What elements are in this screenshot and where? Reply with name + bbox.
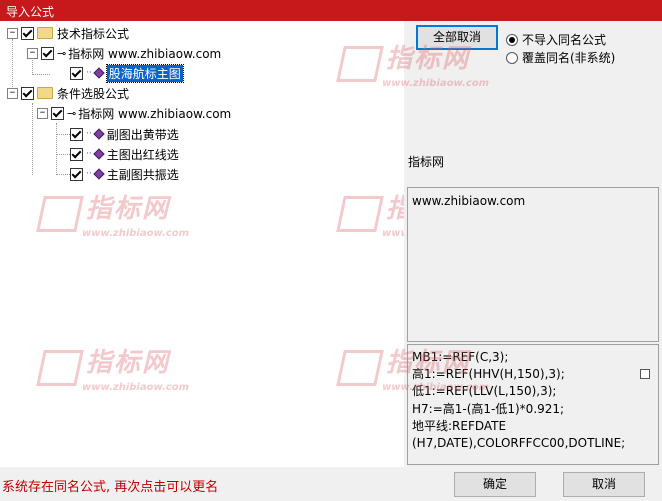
- tree-node-formula[interactable]: ·· 主副图共振选: [70, 165, 179, 183]
- key-icon: ⊸: [57, 46, 66, 60]
- checkbox[interactable]: [41, 46, 54, 60]
- bullet-icon: ··: [86, 129, 92, 139]
- formula-icon: [93, 128, 105, 140]
- tree-line: [56, 154, 70, 155]
- checkbox[interactable]: [70, 147, 83, 161]
- bullet-icon: ··: [86, 149, 92, 159]
- collapse-toggle[interactable]: −: [37, 107, 48, 119]
- scroll-indicator[interactable]: [640, 369, 650, 379]
- tree-node-label: 主图出红线选: [106, 147, 179, 162]
- collapse-toggle[interactable]: −: [27, 47, 38, 59]
- tree-node-tech-indicators[interactable]: − 技术指标公式: [7, 24, 129, 42]
- formula-icon: [93, 168, 105, 180]
- radio-no-import-duplicate[interactable]: 不导入同名公式: [506, 31, 606, 48]
- checkbox[interactable]: [70, 66, 83, 80]
- tree-node-label: 指标网 www.zhibiaow.com: [68, 46, 222, 61]
- tree-node-label: 条件选股公式: [57, 86, 130, 101]
- tree-line: [32, 74, 50, 75]
- folder-icon: [37, 87, 53, 99]
- formula-icon: [93, 148, 105, 160]
- bullet-icon: ··: [86, 169, 92, 179]
- formula-tree[interactable]: − 技术指标公式 − ⊸ 指标网 www.zhibiaow.com ·· 股海航…: [0, 21, 404, 467]
- formula-icon: [93, 67, 105, 79]
- source-label: 指标网: [408, 155, 445, 169]
- formula-text: MB1:=REF(C,3); 高1:=REF(HHV(H,150),3); 低1…: [412, 350, 626, 451]
- radio-button[interactable]: [506, 51, 518, 64]
- collapse-toggle[interactable]: −: [7, 87, 18, 99]
- tree-node-formula-selected[interactable]: ·· 股海航标主图: [70, 63, 184, 83]
- cancel-button[interactable]: 取消: [563, 472, 645, 497]
- tree-node-label: 副图出黄带选: [106, 127, 179, 142]
- ok-button[interactable]: 确定: [454, 472, 536, 497]
- bullet-icon: ··: [86, 68, 92, 78]
- checkbox[interactable]: [70, 127, 83, 141]
- tree-node-label: 主副图共振选: [106, 167, 179, 182]
- cancel-all-button[interactable]: 全部取消: [416, 25, 498, 50]
- collapse-toggle[interactable]: −: [7, 27, 18, 39]
- tree-line: [32, 103, 33, 175]
- folder-icon: [37, 27, 53, 39]
- status-message: 系统存在同名公式, 再次点击可以更名: [2, 480, 219, 495]
- tree-node-formula[interactable]: ·· 主图出红线选: [70, 145, 179, 163]
- tree-node-stock-selection[interactable]: − 条件选股公式: [7, 84, 129, 102]
- tree-node-formula[interactable]: ·· 副图出黄带选: [70, 125, 179, 143]
- description-pane: www.zhibiaow.com: [407, 187, 659, 342]
- tree-node-label: 技术指标公式: [57, 26, 130, 41]
- tree-line: [56, 123, 57, 175]
- key-icon: ⊸: [67, 106, 76, 120]
- checkbox[interactable]: [51, 106, 64, 120]
- radio-overwrite-duplicate[interactable]: 覆盖同名(非系统): [506, 49, 615, 66]
- tree-node-label: 股海航标主图: [105, 63, 184, 83]
- checkbox[interactable]: [21, 86, 34, 100]
- tree-node-zhibiaow-selection[interactable]: − ⊸ 指标网 www.zhibiaow.com: [37, 104, 231, 122]
- radio-button-selected[interactable]: [506, 33, 518, 46]
- radio-label: 不导入同名公式: [522, 33, 607, 47]
- tree-line: [56, 174, 70, 175]
- radio-label: 覆盖同名(非系统): [522, 51, 616, 65]
- checkbox[interactable]: [70, 167, 83, 181]
- title-bar: 导入公式: [0, 0, 662, 21]
- checkbox[interactable]: [21, 26, 34, 40]
- tree-node-zhibiaow-tech[interactable]: − ⊸ 指标网 www.zhibiaow.com: [27, 44, 221, 62]
- tree-line: [56, 134, 70, 135]
- tree-node-label: 指标网 www.zhibiaow.com: [78, 106, 232, 121]
- window-title: 导入公式: [6, 5, 55, 19]
- source-url: www.zhibiaow.com: [412, 194, 526, 208]
